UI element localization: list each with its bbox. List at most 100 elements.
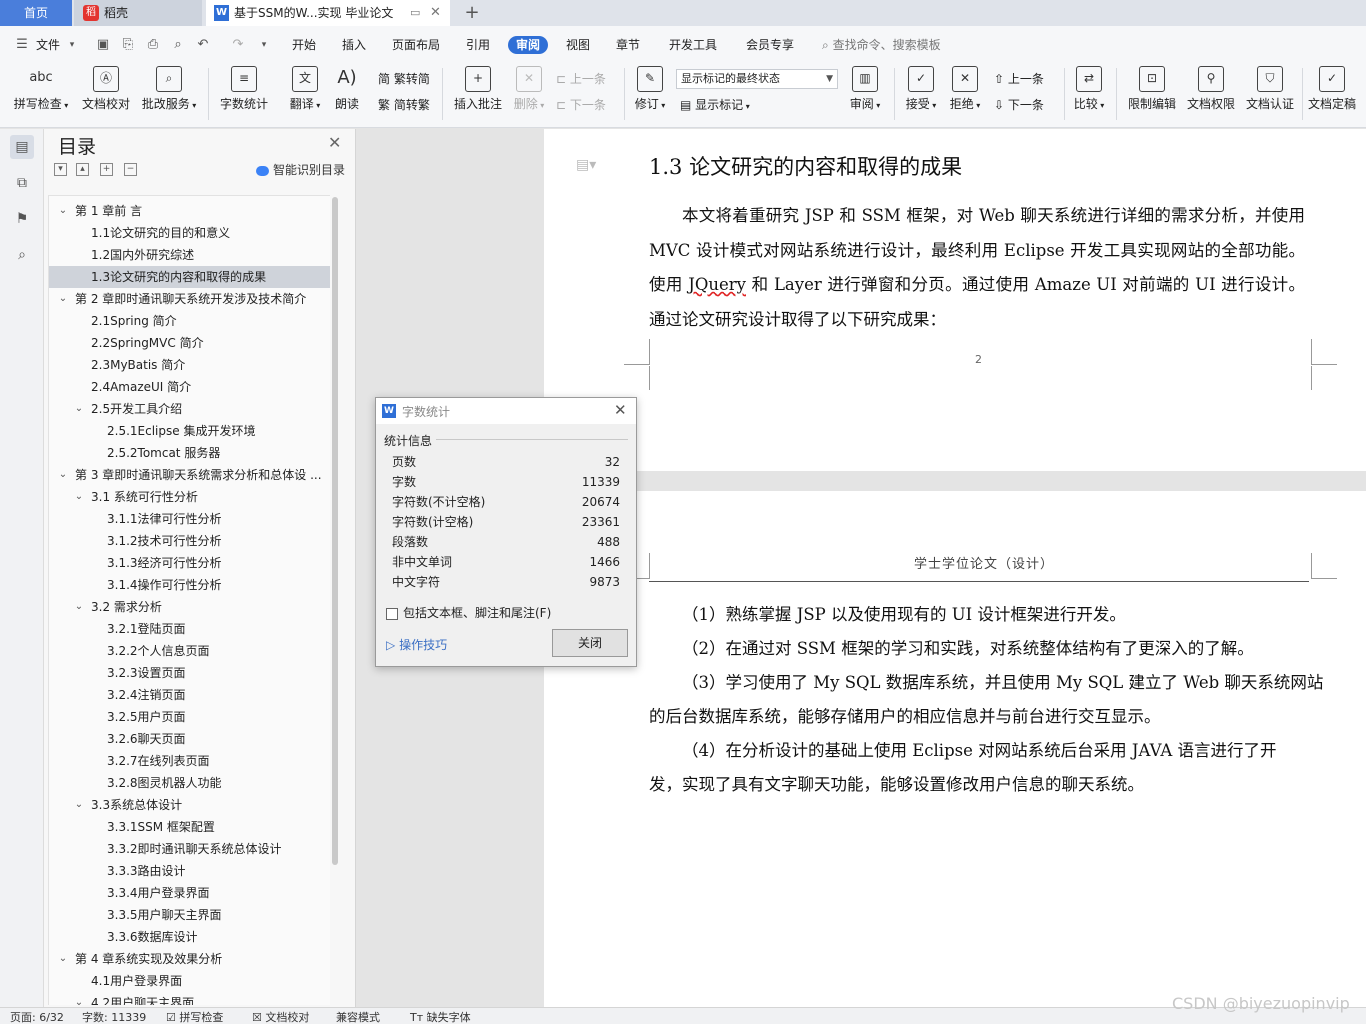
toc-nav-icon[interactable]: ▤	[10, 135, 34, 159]
toc-item[interactable]: 3.1.2技术可行性分析	[49, 530, 330, 552]
command-search[interactable]: ⌕ 查找命令、搜索模板	[822, 35, 941, 55]
tab-daoke[interactable]: 稻 稻壳	[74, 0, 202, 26]
doc-permission-button[interactable]: ⚲ 文档权限	[1185, 66, 1237, 112]
document-page[interactable]: 学士学位论文（设计） （1）熟练掌握 JSP 以及使用现有的 UI 设计框架进行…	[544, 491, 1366, 1007]
checkbox-box[interactable]	[386, 607, 398, 620]
menu-chapter[interactable]: 章节	[616, 35, 640, 55]
remove-item-icon[interactable]: −	[124, 163, 137, 176]
print-preview-icon[interactable]: ⌕	[170, 37, 186, 53]
page-indicator[interactable]: 页面: 6/32	[10, 1011, 64, 1024]
menu-insert[interactable]: 插入	[342, 35, 366, 55]
doc-note-icon[interactable]: ▤▾	[576, 157, 596, 173]
toc-item[interactable]: 1.3论文研究的内容和取得的成果	[49, 266, 330, 288]
markup-state-select[interactable]: 显示标记的最终状态 ▼	[676, 69, 838, 89]
delete-comment-button[interactable]: ✕ 删除 ▾	[510, 66, 548, 112]
chevron-down-icon[interactable]: ⌄	[73, 398, 85, 420]
new-tab-button[interactable]: +	[460, 0, 484, 26]
close-button[interactable]: 关闭	[552, 629, 628, 657]
toc-item[interactable]: ⌄ 第 4 章系统实现及效果分析	[49, 948, 330, 970]
menu-page-layout[interactable]: 页面布局	[392, 35, 440, 55]
toc-item[interactable]: 3.2.2个人信息页面	[49, 640, 330, 662]
doc-certify-button[interactable]: ⛉ 文档认证	[1244, 66, 1296, 112]
chevron-down-icon[interactable]: ⌄	[73, 794, 85, 816]
toc-item[interactable]: 3.3.5用户聊天主界面	[49, 904, 330, 926]
undo-icon[interactable]: ↶	[195, 37, 211, 53]
prev-comment-button[interactable]: ⊏ 上一条	[556, 70, 606, 88]
review-pane-button[interactable]: ▥ 审阅 ▾	[846, 66, 884, 112]
add-item-icon[interactable]: +	[100, 163, 113, 176]
spelling-flagged-word[interactable]: JQuery	[688, 275, 746, 294]
translate-button[interactable]: 文 翻译 ▾	[286, 66, 324, 112]
chevron-down-icon[interactable]: ⌄	[57, 200, 69, 222]
status-spell-check[interactable]: ☑ 拼写检查	[166, 1011, 223, 1024]
read-aloud-button[interactable]: A) 朗读	[330, 66, 364, 112]
pin-icon[interactable]: ▭	[410, 0, 420, 26]
toc-item[interactable]: 3.1.1法律可行性分析	[49, 508, 330, 530]
toc-item[interactable]: 3.3.6数据库设计	[49, 926, 330, 948]
reject-button[interactable]: ✕ 拒绝 ▾	[946, 66, 984, 112]
export-icon[interactable]: ⎘	[120, 37, 136, 53]
search-icon[interactable]: ⌕	[10, 243, 34, 267]
word-count-button[interactable]: ≡ 字数统计	[218, 66, 270, 112]
tab-document[interactable]: W 基于SSM的W...实现 毕业论文 ▭ ✕	[206, 0, 450, 26]
toc-item[interactable]: ⌄ 3.1 系统可行性分析	[49, 486, 330, 508]
status-doc-proof[interactable]: ☒ 文档校对	[252, 1011, 309, 1024]
toc-item[interactable]: 2.4AmazeUI 简介	[49, 376, 330, 398]
toc-item[interactable]: 3.3.2即时通讯聊天系统总体设计	[49, 838, 330, 860]
chevron-down-icon[interactable]: ▾	[64, 37, 80, 53]
toc-item[interactable]: 2.3MyBatis 简介	[49, 354, 330, 376]
expand-all-icon[interactable]: ▴	[76, 163, 89, 176]
toc-item[interactable]: 4.1用户登录界面	[49, 970, 330, 992]
dialog-titlebar[interactable]: W 字数统计 ✕	[376, 398, 636, 424]
doc-proof-button[interactable]: Ⓐ 文档校对	[80, 66, 132, 112]
toc-item[interactable]: ⌄ 3.3系统总体设计	[49, 794, 330, 816]
simp-to-trad-button[interactable]: 繁 简转繁	[378, 96, 430, 114]
redo-icon[interactable]: ↷	[230, 37, 246, 53]
compare-button[interactable]: ⇄ 比较 ▾	[1070, 66, 1108, 112]
close-tab-icon[interactable]: ✕	[430, 0, 441, 26]
insert-comment-button[interactable]: + 插入批注	[452, 66, 504, 112]
prev-change-button[interactable]: ⇧ 上一条	[994, 70, 1044, 88]
chevron-down-icon[interactable]: ⌄	[57, 948, 69, 970]
chevron-down-icon[interactable]: ⌄	[73, 596, 85, 618]
toc-item[interactable]: 1.2国内外研究综述	[49, 244, 330, 266]
toc-item[interactable]: 3.3.1SSM 框架配置	[49, 816, 330, 838]
toc-item[interactable]: 3.2.1登陆页面	[49, 618, 330, 640]
toc-item[interactable]: 2.2SpringMVC 简介	[49, 332, 330, 354]
menu-file[interactable]: 文件	[36, 35, 60, 55]
tab-home[interactable]: 首页	[0, 0, 72, 26]
chevron-down-icon[interactable]: ⌄	[73, 486, 85, 508]
doc-finalize-button[interactable]: ✓ 文档定稿	[1306, 66, 1358, 112]
toc-item[interactable]: 3.2.3设置页面	[49, 662, 330, 684]
menu-review[interactable]: 审阅	[508, 36, 549, 54]
toc-item[interactable]: 2.5.2Tomcat 服务器	[49, 442, 330, 464]
menu-references[interactable]: 引用	[466, 35, 490, 55]
chapter-nav-icon[interactable]: ⧉	[10, 171, 34, 195]
close-icon[interactable]: ✕	[614, 401, 627, 419]
menu-member[interactable]: 会员专享	[746, 35, 794, 55]
toc-item[interactable]: 3.2.5用户页面	[49, 706, 330, 728]
batch-service-button[interactable]: ⌕ 批改服务 ▾	[140, 66, 198, 112]
document-page[interactable]: ▤▾ 1.3 论文研究的内容和取得的成果 本文将着重研究 JSP 和 SSM 框…	[544, 129, 1366, 471]
next-comment-button[interactable]: ⊏ 下一条	[556, 96, 606, 114]
toc-scrollbar[interactable]	[332, 197, 338, 865]
chevron-down-icon[interactable]: ⌄	[57, 288, 69, 310]
toc-item[interactable]: ⌄ 第 3 章即时通讯聊天系统需求分析和总体设 ...	[49, 464, 330, 486]
toc-item[interactable]: ⌄ 第 1 章前 言	[49, 200, 330, 222]
toc-item[interactable]: 3.2.7在线列表页面	[49, 750, 330, 772]
bookmark-icon[interactable]: ⚑	[10, 207, 34, 231]
show-markup-button[interactable]: ▤ 显示标记 ▾	[680, 96, 750, 114]
toc-item[interactable]: 1.1论文研究的目的和意义	[49, 222, 330, 244]
track-changes-button[interactable]: ✎ 修订 ▾	[632, 66, 668, 112]
toc-item[interactable]: 3.2.8图灵机器人功能	[49, 772, 330, 794]
hamburger-icon[interactable]: ☰	[14, 37, 30, 53]
toc-item[interactable]: 2.5.1Eclipse 集成开发环境	[49, 420, 330, 442]
restrict-edit-button[interactable]: ⊡ 限制编辑	[1126, 66, 1178, 112]
toc-item[interactable]: 3.2.6聊天页面	[49, 728, 330, 750]
toc-item[interactable]: ⌄ 3.2 需求分析	[49, 596, 330, 618]
tips-link[interactable]: ▷ 操作技巧	[386, 636, 447, 653]
next-change-button[interactable]: ⇩ 下一条	[994, 96, 1044, 114]
close-icon[interactable]: ✕	[328, 133, 341, 152]
missing-fonts[interactable]: Tт 缺失字体	[410, 1011, 471, 1024]
trad-to-simp-button[interactable]: 简 繁转简	[378, 70, 430, 88]
